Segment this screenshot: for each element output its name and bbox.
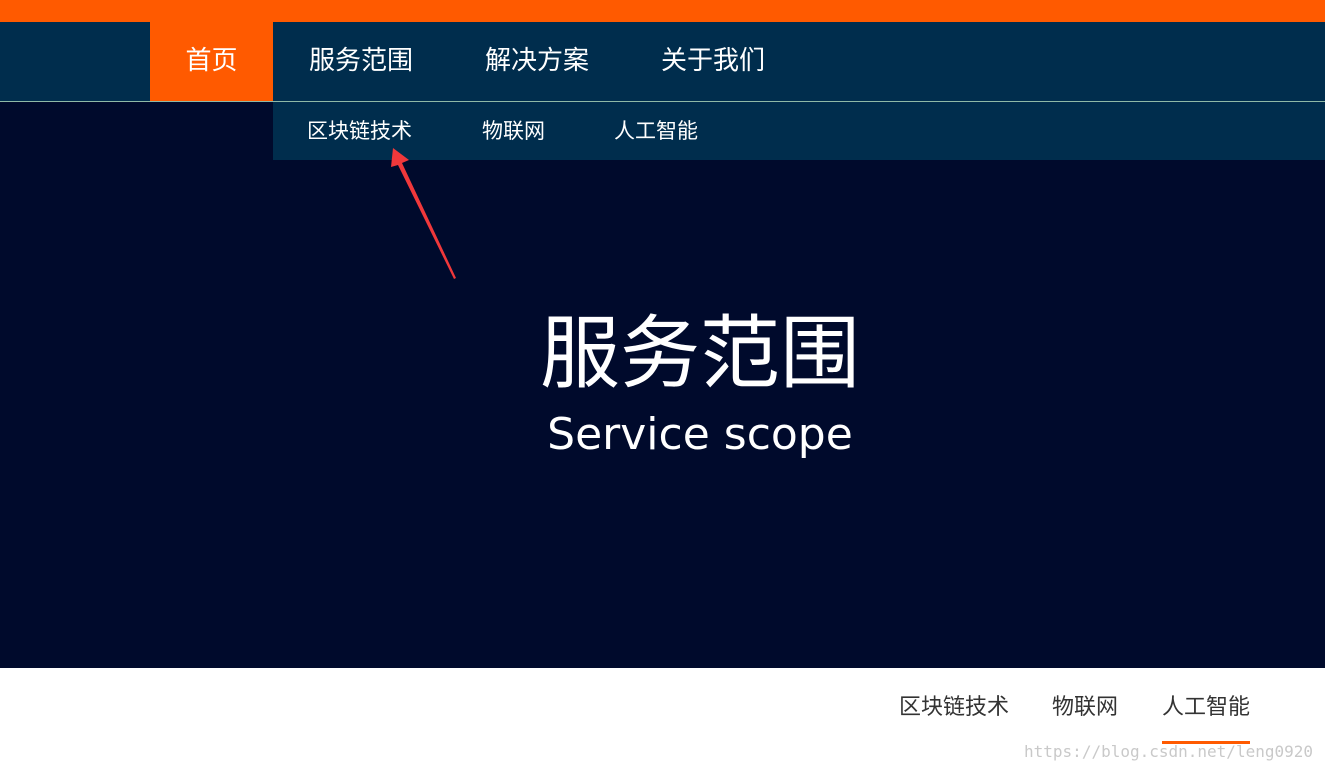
tab-ai[interactable]: 人工智能 — [1162, 688, 1250, 728]
tab-blockchain[interactable]: 区块链技术 — [899, 688, 1009, 728]
hero-title: 服务范围 — [540, 307, 860, 400]
hero-subtitle: Service scope — [547, 409, 853, 460]
nav-item-solutions[interactable]: 解决方案 — [449, 22, 625, 101]
top-accent-strip — [0, 0, 1325, 22]
dropdown-item-iot[interactable]: 物联网 — [482, 102, 545, 160]
nav-item-about[interactable]: 关于我们 — [625, 22, 801, 101]
dropdown-item-ai[interactable]: 人工智能 — [614, 102, 698, 160]
nav-item-services[interactable]: 服务范围 — [273, 22, 449, 101]
annotation-arrow-icon — [391, 148, 456, 279]
watermark: https://blog.csdn.net/leng0920 — [1024, 742, 1313, 761]
nav-item-home[interactable]: 首页 — [150, 22, 273, 101]
main-nav: 首页 服务范围 解决方案 关于我们 — [0, 22, 1325, 102]
tab-iot[interactable]: 物联网 — [1052, 688, 1118, 728]
